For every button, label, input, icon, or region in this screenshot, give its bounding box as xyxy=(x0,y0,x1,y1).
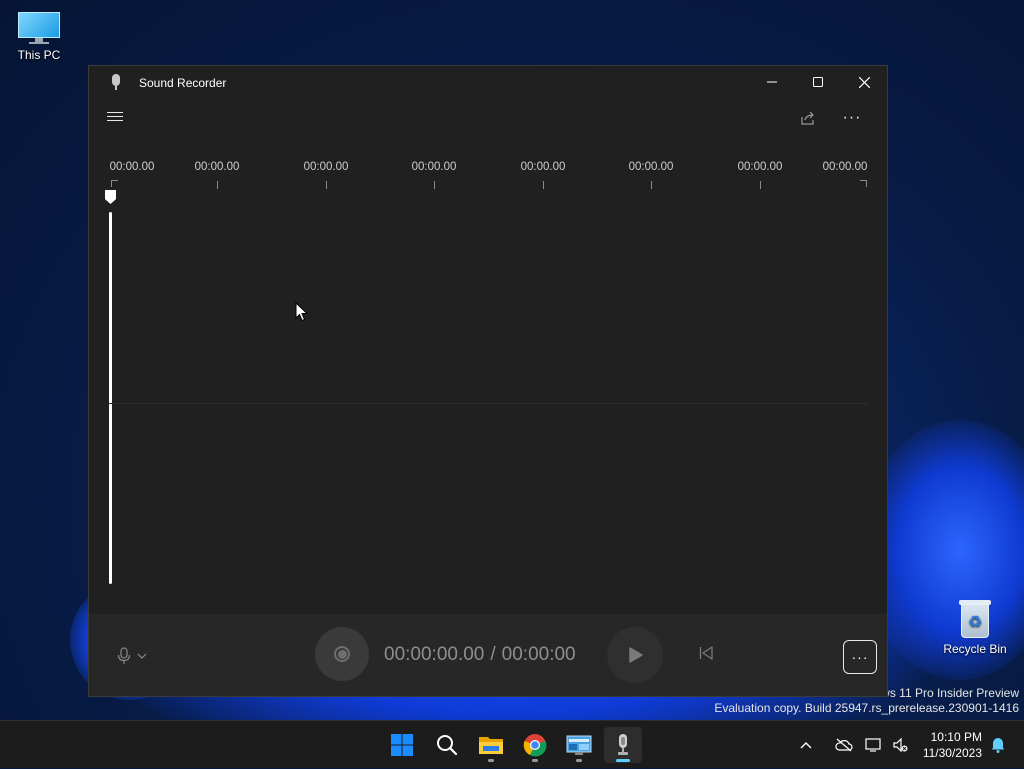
taskbar-search-button[interactable] xyxy=(428,727,466,763)
playhead-line xyxy=(109,212,112,584)
more-options-button[interactable]: ··· xyxy=(839,106,865,130)
skip-to-start-button[interactable] xyxy=(695,642,717,664)
show-hidden-icons-button[interactable] xyxy=(796,741,816,749)
play-icon xyxy=(629,647,643,663)
total-time: 00:00:00 xyxy=(501,644,576,665)
timeline-tick-label: 00:00.00 xyxy=(737,161,783,173)
network-button[interactable] xyxy=(860,737,888,753)
timeline-tick xyxy=(434,181,435,189)
onedrive-button[interactable] xyxy=(828,738,860,752)
share-icon xyxy=(801,111,814,125)
hamburger-menu-button[interactable] xyxy=(107,109,123,123)
file-explorer-icon xyxy=(479,737,503,754)
skip-back-icon xyxy=(699,646,713,660)
record-icon xyxy=(334,646,350,662)
recycle-bin-icon: ♻ xyxy=(959,598,991,638)
search-icon xyxy=(437,735,458,756)
notifications-button[interactable] xyxy=(990,736,1006,758)
share-button[interactable] xyxy=(795,106,821,130)
mouse-cursor-icon xyxy=(295,302,308,322)
taskbar: 10:10 PM 11/30/2023 xyxy=(0,720,1024,768)
playback-controls-bar: 00:00:00.00/00:00:00 xyxy=(89,614,887,696)
timeline-tick-label: 00:00.00 xyxy=(411,161,457,173)
timeline-tick xyxy=(543,181,544,189)
timeline-ruler[interactable]: 00:00.00 00:00.00 00:00.00 00:00.00 00:0… xyxy=(109,161,869,191)
start-icon xyxy=(391,734,413,756)
clock-time: 10:10 PM xyxy=(930,730,982,744)
recording-options-button[interactable]: ··· xyxy=(843,640,877,674)
computer-icon xyxy=(18,12,60,44)
taskbar-control-panel[interactable] xyxy=(560,727,598,763)
network-icon xyxy=(865,738,881,752)
current-time: 00:00:00.00 xyxy=(384,644,485,665)
watermark-build: Evaluation copy. Build 25947.rs_prerelea… xyxy=(714,701,1019,715)
timeline-tick-label: 00:00.00 xyxy=(628,161,674,173)
microphone-icon xyxy=(109,74,123,92)
sound-recorder-window: Sound Recorder ··· 00:00.00 00:00.00 00:… xyxy=(88,65,888,697)
taskbar-file-explorer[interactable] xyxy=(472,727,510,763)
system-tray xyxy=(796,721,912,769)
timeline-tick xyxy=(217,181,218,189)
timeline-tick-label: 00:00.00 xyxy=(822,161,868,173)
window-title: Sound Recorder xyxy=(139,76,227,90)
timeline-start-marker xyxy=(111,180,118,187)
title-bar[interactable]: Sound Recorder xyxy=(89,66,887,100)
volume-button[interactable] xyxy=(888,737,912,753)
timeline-tick xyxy=(651,181,652,189)
maximize-icon xyxy=(813,77,823,87)
time-display: 00:00:00.00/00:00:00 xyxy=(384,644,576,666)
timeline-tick xyxy=(760,181,761,189)
taskbar-start-button[interactable] xyxy=(383,727,421,763)
taskbar-clock[interactable]: 10:10 PM 11/30/2023 xyxy=(923,729,982,761)
microphone-icon xyxy=(117,647,131,664)
taskbar-sound-recorder[interactable] xyxy=(604,727,642,763)
chevron-down-icon xyxy=(137,653,147,659)
time-separator: / xyxy=(490,644,496,665)
waveform-baseline xyxy=(109,403,869,404)
sound-recorder-icon xyxy=(618,734,628,755)
timeline-tick xyxy=(326,181,327,189)
timeline-end-marker xyxy=(860,180,867,187)
desktop-icon-label: Recycle Bin xyxy=(943,642,1007,656)
timeline-tick-label: 00:00.00 xyxy=(520,161,566,173)
taskbar-chrome[interactable] xyxy=(516,727,554,763)
control-panel-icon xyxy=(566,735,592,755)
close-icon xyxy=(858,76,870,88)
minimize-button[interactable] xyxy=(749,66,795,98)
play-button[interactable] xyxy=(607,627,663,683)
timeline-tick-label: 00:00.00 xyxy=(194,161,240,173)
playhead[interactable] xyxy=(105,190,117,586)
desktop-icon-this-pc[interactable]: This PC xyxy=(4,12,74,62)
bell-icon xyxy=(991,738,1005,753)
toolbar: ··· xyxy=(89,100,887,134)
chevron-up-icon xyxy=(800,742,812,749)
maximize-button[interactable] xyxy=(795,66,841,98)
watermark-edition: ws 11 Pro Insider Preview xyxy=(881,686,1019,700)
microphone-selector[interactable] xyxy=(117,647,147,665)
close-button[interactable] xyxy=(841,66,887,98)
timeline-tick-label: 00:00.00 xyxy=(303,161,349,173)
timeline-tick-label: 00:00.00 xyxy=(109,161,155,173)
desktop-icon-recycle-bin[interactable]: ♻ Recycle Bin xyxy=(940,598,1010,656)
cloud-offline-icon xyxy=(835,738,853,752)
playhead-handle[interactable] xyxy=(105,190,116,204)
minimize-icon xyxy=(767,81,777,83)
record-button[interactable] xyxy=(315,627,369,681)
desktop-icon-label: This PC xyxy=(17,48,61,62)
clock-date: 11/30/2023 xyxy=(922,746,982,760)
chrome-icon xyxy=(523,734,547,757)
volume-muted-icon xyxy=(893,737,908,753)
